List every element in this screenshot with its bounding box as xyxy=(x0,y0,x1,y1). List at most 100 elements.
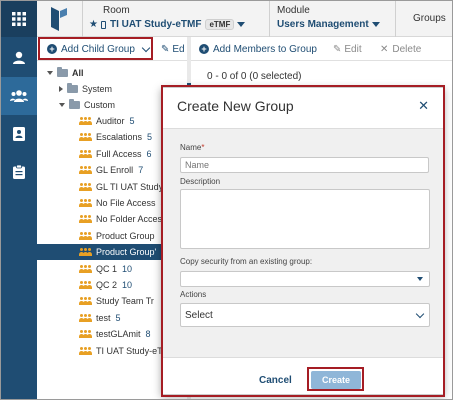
member-count: 5 xyxy=(115,312,121,323)
delete-member-label: Delete xyxy=(392,43,422,55)
group-icon xyxy=(79,281,92,289)
pencil-icon: ✎ xyxy=(161,43,170,55)
tree-node-custom[interactable]: Custom xyxy=(59,97,115,113)
tree-node-group[interactable]: No File Access5 xyxy=(79,195,166,211)
add-members-button[interactable]: + Add Members to Group xyxy=(199,37,317,61)
group-icon xyxy=(79,215,92,224)
folder-icon xyxy=(67,83,78,93)
phone-icon xyxy=(100,20,106,29)
module-selector[interactable]: Users Management xyxy=(277,19,380,30)
tree-node-group[interactable]: testGLAmit 8 xyxy=(79,326,151,342)
rail-users-button[interactable] xyxy=(1,77,37,115)
tree-node-label: testGLAmit xyxy=(96,329,141,340)
tree-node-group[interactable]: Product Group xyxy=(79,228,160,244)
user-icon xyxy=(13,51,25,64)
chevron-down-icon xyxy=(371,22,380,27)
tree-node-label: QC 2 xyxy=(96,280,118,290)
highlight-add-child-group xyxy=(38,37,153,60)
highlight-dialog xyxy=(161,85,445,397)
room-name: TI UAT Study-eTMF xyxy=(109,19,202,30)
caret-right-icon xyxy=(59,86,63,92)
star-icon[interactable]: ★ xyxy=(89,19,98,30)
app-window: Room ★ TI UAT Study-eTMF eTMF Module Use… xyxy=(0,0,453,400)
tree-node-label: No Folder Acces xyxy=(96,214,163,225)
header-divider xyxy=(82,1,83,37)
tree-node-group[interactable]: QC 2 10 xyxy=(79,277,132,293)
tree-node-label: GL TI UAT Study xyxy=(96,181,164,192)
users-icon xyxy=(10,90,28,102)
pencil-icon: ✎ xyxy=(333,43,342,55)
tree-node-label: Product Group' xyxy=(96,247,157,258)
group-icon xyxy=(79,182,92,191)
tree-node-label: Full Access xyxy=(96,148,142,159)
highlight-create-button xyxy=(307,367,364,391)
chevron-down-icon xyxy=(237,22,246,27)
tree-node-all[interactable]: All xyxy=(47,65,84,81)
member-count: 8 xyxy=(145,329,151,340)
apps-grid-button[interactable] xyxy=(1,1,37,37)
tree-node-group[interactable]: QC 1 10 xyxy=(79,261,132,277)
group-icon xyxy=(79,313,92,322)
group-icon xyxy=(79,264,92,273)
edit-member-button[interactable]: ✎ Edit xyxy=(333,37,362,61)
group-icon xyxy=(79,248,92,257)
caret-down-icon xyxy=(47,71,53,75)
member-count: 7 xyxy=(138,165,144,176)
app-logo-icon xyxy=(51,7,67,31)
module-label: Module xyxy=(277,5,310,16)
tree-node-group[interactable]: TI UAT Study-eT xyxy=(79,343,168,359)
tree-node-group[interactable]: No Folder Acces xyxy=(79,211,167,227)
tree-node-system[interactable]: System xyxy=(59,81,112,97)
add-members-label: Add Members to Group xyxy=(213,43,317,55)
contact-card-icon xyxy=(13,127,25,141)
member-count: 10 xyxy=(122,280,133,290)
tree-node-label: Product Group xyxy=(96,230,155,241)
module-name: Users Management xyxy=(277,19,369,30)
members-status: 0 - 0 of 0 (0 selected) xyxy=(207,71,302,82)
plus-circle-icon: + xyxy=(199,44,209,54)
clipboard-icon xyxy=(13,165,25,179)
apps-grid-icon xyxy=(12,12,26,26)
edit-group-button[interactable]: ✎ Ed xyxy=(161,37,185,61)
room-label: Room xyxy=(103,5,130,16)
group-icon xyxy=(79,149,92,158)
tree-node-group[interactable]: GL TI UAT Study xyxy=(79,179,168,195)
tree-node-group[interactable]: Escalations 5 xyxy=(79,129,152,145)
group-icon xyxy=(79,133,92,142)
room-badge: eTMF xyxy=(205,19,235,30)
tree-node-label: No File Access xyxy=(96,198,156,208)
rail-contacts-button[interactable] xyxy=(1,115,37,153)
rail-tasks-button[interactable] xyxy=(1,153,37,191)
tree-node-label: System xyxy=(82,84,113,94)
tree-node-label: Escalations xyxy=(96,132,143,143)
tree-node-label: Study Team Tr xyxy=(96,296,154,307)
tree-node-label: GL Enroll xyxy=(96,165,134,176)
edit-group-label: Ed xyxy=(172,43,185,55)
group-icon xyxy=(79,231,92,240)
member-count: 5 xyxy=(129,116,135,126)
room-selector[interactable]: ★ TI UAT Study-eTMF eTMF xyxy=(89,19,246,30)
group-icon xyxy=(79,166,92,175)
tree-node-label: All xyxy=(72,68,84,78)
group-icon xyxy=(79,117,92,125)
member-count: 6 xyxy=(146,148,152,159)
group-icon xyxy=(79,346,92,355)
tree-node-group[interactable]: Full Access 6 xyxy=(79,146,152,162)
header-divider xyxy=(269,1,270,37)
tree-node-label: TI UAT Study-eT xyxy=(96,345,163,356)
folder-icon xyxy=(69,99,80,109)
tree-node-group[interactable]: Study Team Tr xyxy=(79,293,159,309)
tree-node-label: Auditor xyxy=(96,116,125,126)
tree-node-group[interactable]: GL Enroll 7 xyxy=(79,162,143,178)
tree-node-group[interactable]: Auditor 5 xyxy=(79,113,135,129)
rail-user-button[interactable] xyxy=(1,39,37,77)
tree-node-group[interactable]: test 5 xyxy=(79,310,121,326)
member-count: 10 xyxy=(122,263,133,274)
caret-down-icon xyxy=(59,103,65,107)
top-header: Room ★ TI UAT Study-eTMF eTMF Module Use… xyxy=(37,1,452,37)
tree-node-label: QC 1 xyxy=(96,263,118,274)
group-icon xyxy=(79,330,92,339)
folder-icon xyxy=(57,67,68,77)
groups-breadcrumb[interactable]: Groups xyxy=(413,13,446,24)
delete-member-button[interactable]: ✕ Delete xyxy=(380,37,421,61)
